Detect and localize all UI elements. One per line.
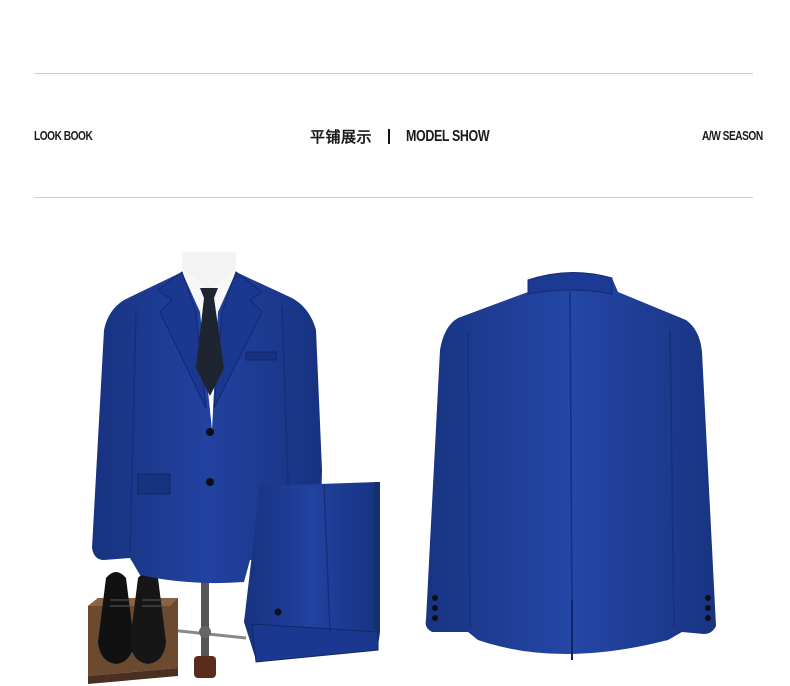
section-title-en: MODEL SHOW [406, 127, 490, 145]
season-label: A/W SEASON [702, 128, 763, 143]
shoes-image [88, 572, 178, 684]
top-divider [34, 73, 753, 74]
front-suit-image [88, 252, 380, 684]
look-book-label: LOOK BOOK [34, 128, 93, 143]
title-separator [388, 129, 391, 144]
back-suit-image [425, 272, 716, 660]
product-illustration [88, 252, 716, 684]
section-title-cn: 平铺展示 [310, 129, 373, 146]
section-title: 平铺展示 MODEL SHOW [310, 126, 513, 147]
bottom-divider [34, 197, 753, 198]
trousers-image [244, 482, 380, 663]
